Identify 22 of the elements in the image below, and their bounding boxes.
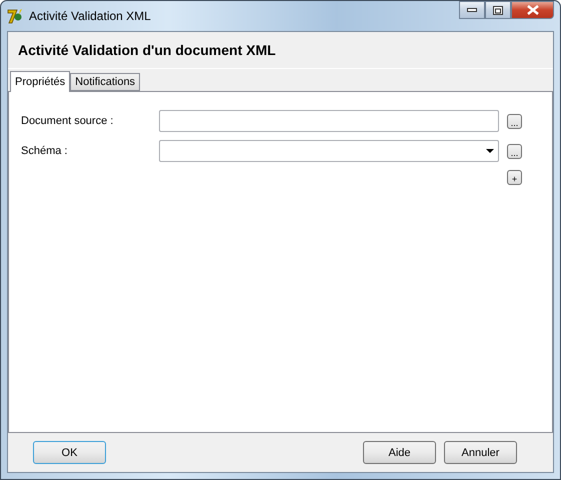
maximize-button[interactable] — [485, 1, 511, 19]
dropdown-field[interactable] — [159, 140, 499, 162]
cancel-button[interactable]: Annuler — [444, 441, 517, 464]
close-icon — [526, 5, 538, 15]
minimize-icon — [467, 8, 477, 12]
browse-button[interactable]: ... — [507, 114, 522, 128]
field-label: Schéma : — [21, 145, 68, 157]
help-button[interactable]: Aide — [363, 441, 436, 464]
minimize-button[interactable] — [459, 1, 485, 19]
add-button[interactable]: + — [507, 170, 522, 185]
caret-icon — [486, 149, 494, 153]
dialog-heading: Activité Validation d'un document XML — [18, 42, 276, 58]
ok-button[interactable]: OK — [33, 441, 106, 464]
browse-button[interactable]: ... — [507, 144, 522, 158]
maximize-icon — [493, 6, 503, 14]
tab[interactable]: Notifications — [70, 73, 140, 91]
app-logo-icon — [7, 8, 23, 24]
window-title: Activité Validation XML — [29, 9, 152, 23]
tab[interactable]: Propriétés — [10, 71, 70, 92]
input-field[interactable] — [159, 110, 499, 132]
field-label: Document source : — [21, 115, 114, 127]
close-button[interactable] — [511, 1, 554, 19]
